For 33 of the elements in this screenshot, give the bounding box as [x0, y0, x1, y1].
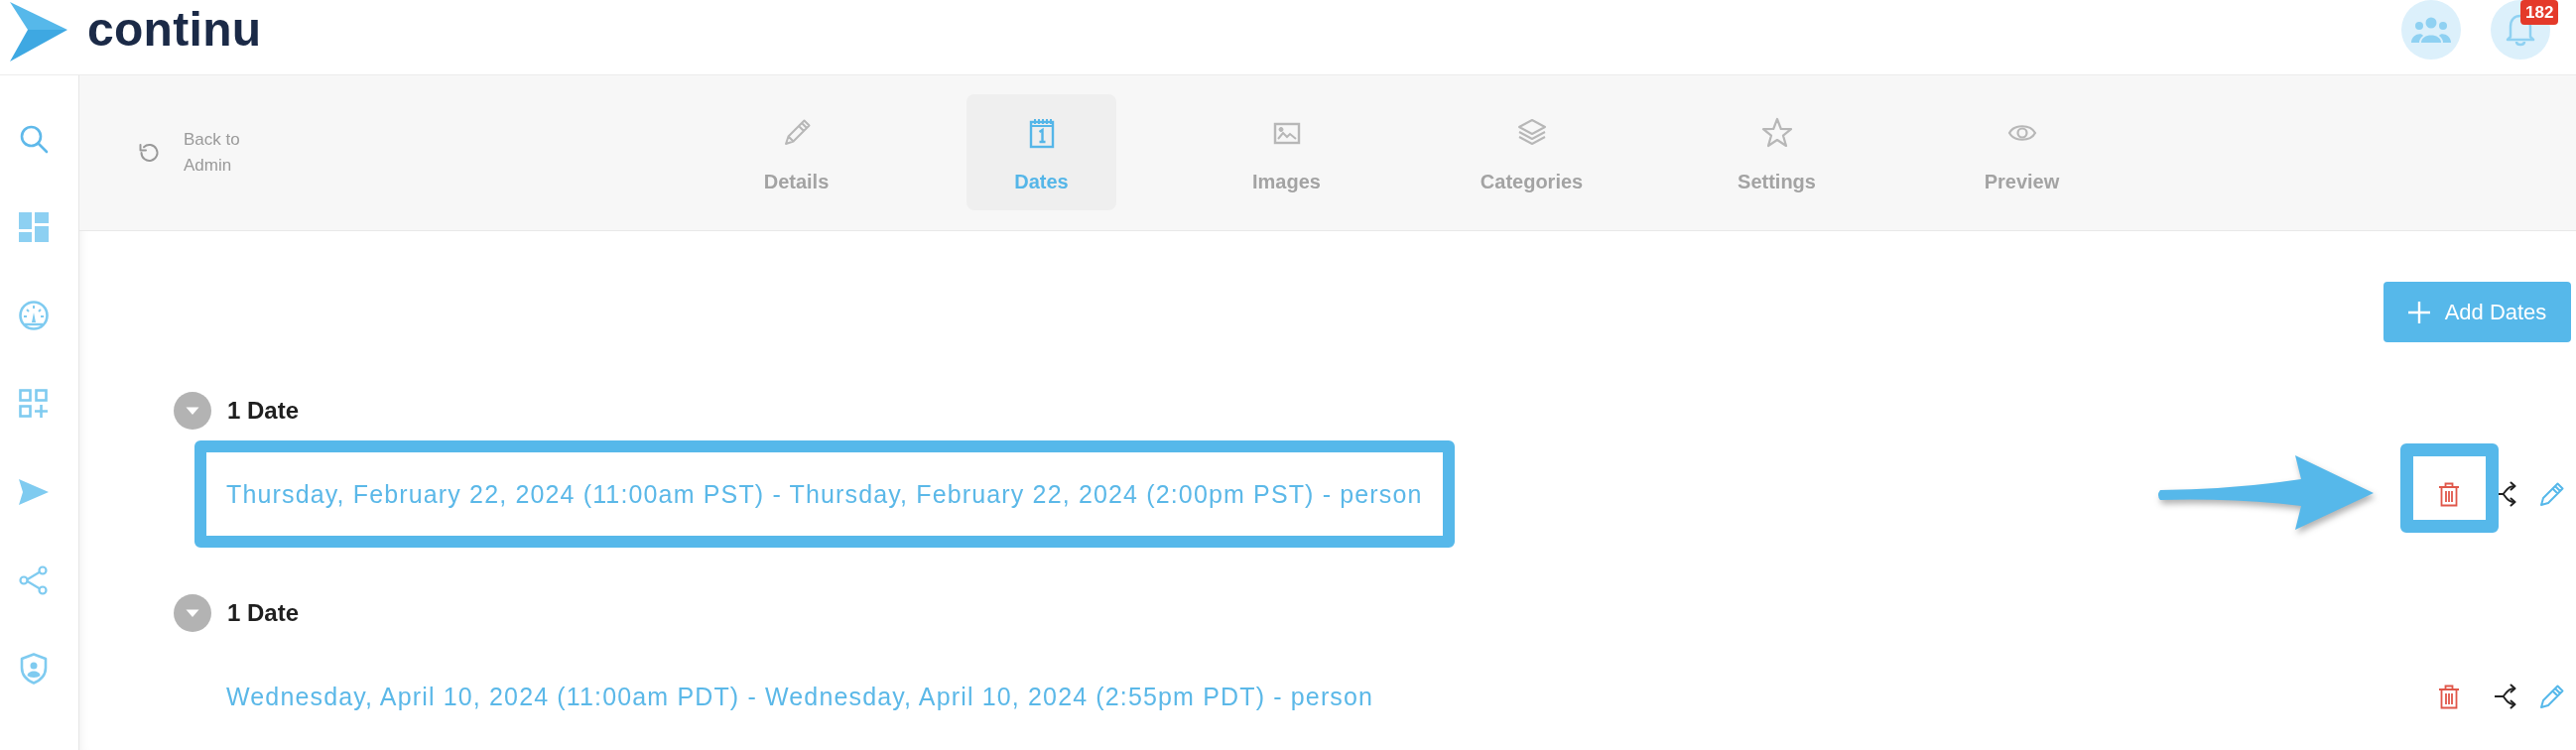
date-link[interactable]: Wednesday, April 10, 2024 (11:00am PDT) - Wednesday, April 10, 2024 (2:55pm PDT) - person — [226, 682, 1374, 711]
caret-down-icon[interactable] — [174, 594, 211, 632]
trash-icon[interactable] — [2436, 684, 2462, 709]
send-icon[interactable] — [19, 478, 49, 505]
tab[interactable]: Categories — [1457, 94, 1607, 210]
add-apps-icon[interactable] — [19, 388, 49, 419]
search-icon[interactable] — [19, 123, 49, 154]
share-icon[interactable] — [19, 564, 49, 595]
trash-icon[interactable] — [2436, 481, 2462, 507]
pencil-icon[interactable] — [2539, 481, 2565, 507]
people-icon — [2411, 17, 2451, 43]
plus-icon — [2407, 301, 2430, 323]
team-button[interactable] — [2401, 0, 2461, 60]
logo-icon — [10, 2, 67, 62]
back-to-admin-link[interactable]: Back to Admin — [137, 127, 263, 179]
tab[interactable]: Details — [721, 94, 871, 210]
caret-down-icon[interactable] — [174, 392, 211, 430]
date-link[interactable]: Thursday, February 22, 2024 (11:00am PST) - Thursday, February 22, 2024 (2:00pm PST) - person — [226, 479, 1423, 509]
notification-badge: 182 — [2520, 0, 2559, 25]
tab[interactable]: Preview — [1947, 94, 2097, 210]
brand-name: continu — [87, 2, 262, 58]
shield-user-icon[interactable] — [20, 652, 48, 685]
star-icon — [1760, 117, 1793, 149]
undo-icon — [137, 141, 161, 165]
dashboard-icon[interactable] — [19, 211, 49, 242]
group-title: 1 Date — [227, 397, 300, 425]
add-dates-button[interactable]: Add Dates — [2383, 282, 2571, 342]
pencil-icon[interactable] — [2539, 684, 2565, 709]
tab[interactable]: Images — [1212, 94, 1361, 210]
gauge-icon[interactable] — [19, 300, 49, 330]
tab[interactable]: Settings — [1702, 94, 1852, 210]
tab[interactable]: Dates — [966, 94, 1116, 210]
group-title: 1 Date — [227, 599, 300, 627]
